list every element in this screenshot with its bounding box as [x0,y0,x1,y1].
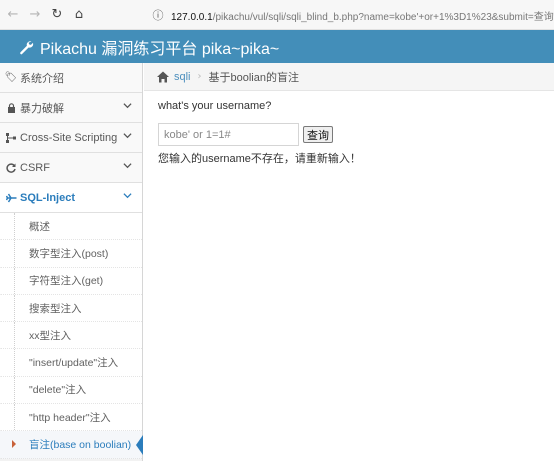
sidebar-item-label: SQL-Inject [20,191,76,204]
sidebar-item-label: 暴力破解 [20,102,64,115]
tree-line [14,240,15,267]
submenu-label: 盲注(base on boolian) [29,439,132,452]
query-button[interactable]: 查询 [303,126,333,143]
submenu-label: 概述 [29,220,50,233]
chevron-down-icon [123,133,132,139]
sqli-submenu: 概述 数字型注入(post) 字符型注入(get) 搜索型注入 xx型注入 "i… [0,213,143,459]
submenu-label: 搜索型注入 [29,302,82,315]
submenu-label: 字符型注入(get) [29,275,104,288]
lock-icon [5,102,17,114]
site-info-icon[interactable]: ⓘ [150,7,166,23]
sidebar: 🏷 系统介绍 暴力破解 Cross-Site Scripting CSRF SQ… [0,63,143,461]
submenu-item-blind-boolean[interactable]: 盲注(base on boolian) [0,431,143,459]
url-path: /pikachu/vul/sqli/sqli_blind_b.php?name=… [212,11,554,23]
sidebar-item-label: Cross-Site Scripting [20,131,118,144]
tree-line [14,213,15,240]
sidebar-item-label: CSRF [20,161,50,174]
plane-icon [5,192,17,204]
submenu-item-http-header[interactable]: "http header"注入 [0,404,142,432]
username-input-value: kobe' or 1=1# [164,128,231,141]
home-icon[interactable]: ⌂ [70,6,88,24]
tree-line [14,404,15,431]
sidebar-item-xss[interactable]: Cross-Site Scripting [0,123,142,153]
caret-right-icon [12,440,16,449]
sidebar-item-csrf[interactable]: CSRF [0,153,142,183]
tree-line [14,349,15,376]
main-content: what's your username? kobe' or 1=1# 查询 您… [158,100,548,166]
username-prompt: what's your username? [158,100,272,112]
search-form: kobe' or 1=1# 查询 [158,123,548,146]
submenu-item-overview[interactable]: 概述 [0,213,142,241]
home-icon[interactable] [156,70,170,84]
tree-line [14,376,15,404]
submenu-label: "insert/update"注入 [29,357,119,370]
tag-icon: 🏷 [4,72,18,83]
submenu-item-search[interactable]: 搜索型注入 [0,294,142,323]
tree-line [14,267,15,294]
back-icon[interactable]: ← [4,6,22,24]
sidebar-item-label: 系统介绍 [20,72,64,85]
sidebar-item-intro[interactable]: 🏷 系统介绍 [0,63,142,93]
url-host: 127.0.0.1 [171,11,213,23]
tree-line [14,294,15,322]
app-header: Pikachu 漏洞练习平台 pika~pika~ [0,30,554,63]
submenu-item-xx[interactable]: xx型注入 [0,322,142,350]
browser-toolbar: ← → ↻ ⌂ ⓘ 127.0.0.1/pikachu/vul/sqli/sql… [0,0,554,30]
chevron-right-icon: › [197,71,202,82]
username-input[interactable]: kobe' or 1=1# [158,123,299,146]
sidebar-item-sqli[interactable]: SQL-Inject [0,183,142,213]
url-text[interactable]: 127.0.0.1/pikachu/vul/sqli/sqli_blind_b.… [171,8,554,23]
breadcrumb-current: 基于boolian的盲注 [208,71,299,84]
submenu-label: "delete"注入 [29,384,87,397]
submenu-item-insert-update[interactable]: "insert/update"注入 [0,349,142,377]
forward-icon[interactable]: → [26,6,44,24]
sidebar-item-bruteforce[interactable]: 暴力破解 [0,93,142,123]
refresh-icon [5,162,17,174]
submenu-item-string-get[interactable]: 字符型注入(get) [0,267,142,295]
chevron-down-icon [123,103,132,109]
chevron-down-icon [123,193,132,199]
wrench-icon [20,40,34,54]
reload-icon[interactable]: ↻ [48,6,66,24]
chevron-down-icon [123,163,132,169]
submenu-item-numeric-post[interactable]: 数字型注入(post) [0,240,142,268]
breadcrumb: sqli › 基于boolian的盲注 [144,63,554,91]
submenu-label: 数字型注入(post) [29,247,109,260]
result-message: 您输入的username不存在，请重新输入！ [158,153,361,165]
active-marker [136,435,143,456]
app-title: Pikachu 漏洞练习平台 pika~pika~ [40,40,280,58]
submenu-label: xx型注入 [29,329,71,342]
submenu-item-delete[interactable]: "delete"注入 [0,376,142,405]
sitemap-icon [5,132,17,144]
breadcrumb-link-sqli[interactable]: sqli [174,71,191,83]
address-bar[interactable]: ⓘ 127.0.0.1/pikachu/vul/sqli/sqli_blind_… [150,5,554,25]
tree-line [14,322,15,349]
submenu-label: "http header"注入 [29,411,111,424]
